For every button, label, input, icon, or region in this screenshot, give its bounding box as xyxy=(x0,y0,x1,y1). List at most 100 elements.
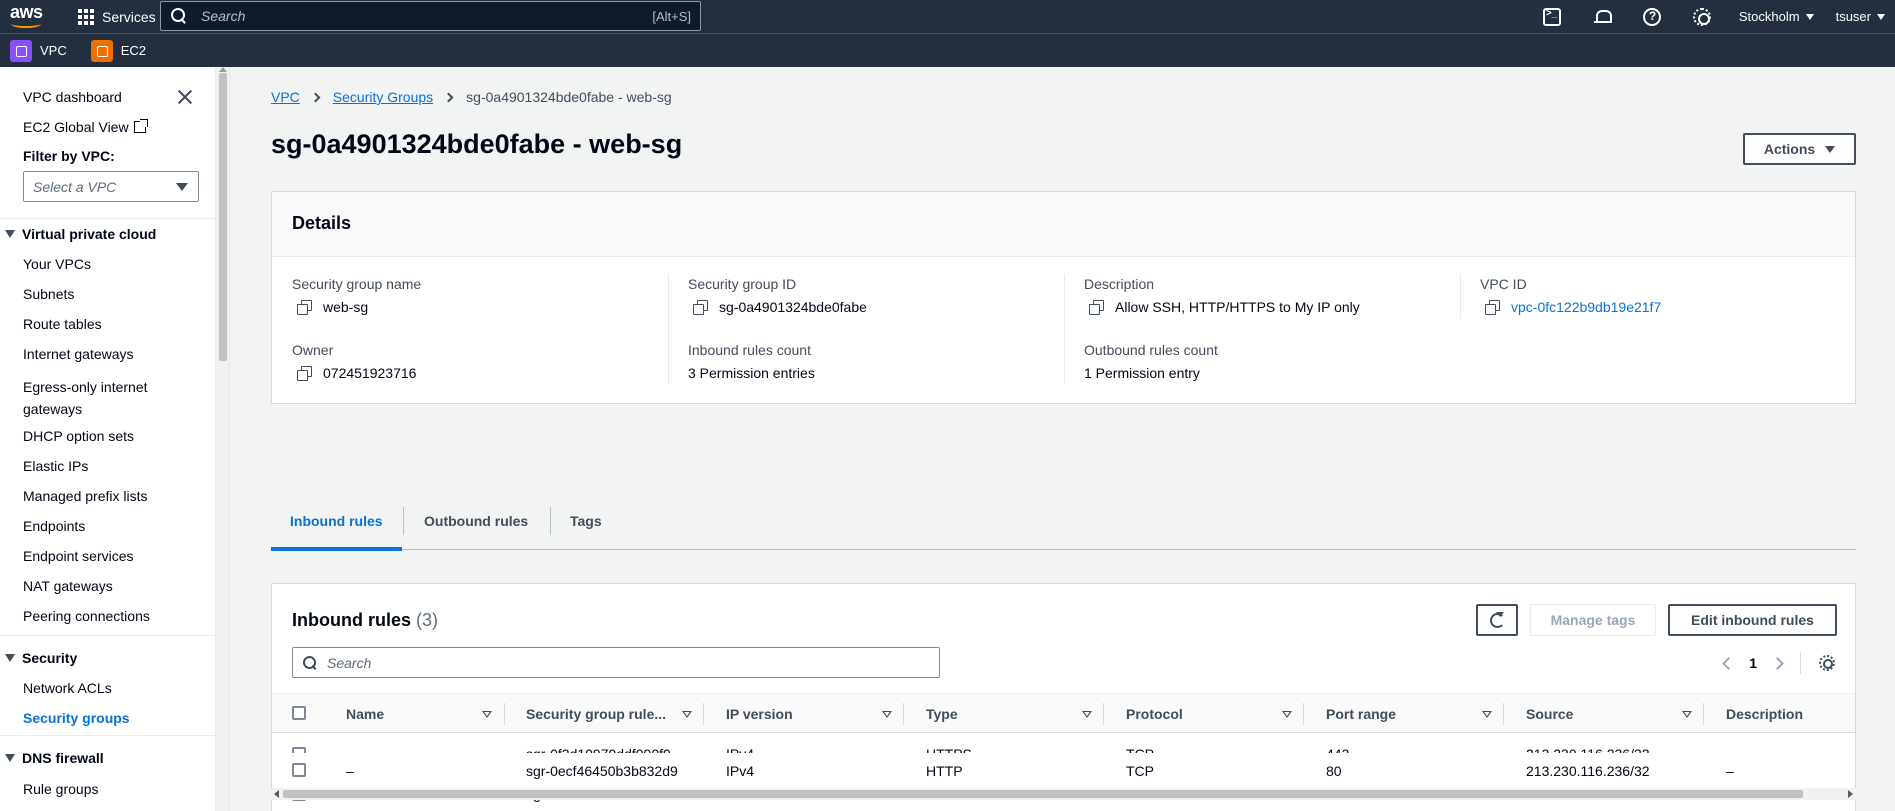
copy-icon[interactable] xyxy=(1485,300,1500,315)
field-label: Security group ID xyxy=(688,276,797,292)
sidebar-item-elastic-ips[interactable]: Elastic IPs xyxy=(23,458,88,474)
sort-icon[interactable] xyxy=(482,711,492,718)
aws-logo[interactable]: aws xyxy=(8,2,44,30)
vpc-id-link[interactable]: vpc-0fc122b9db19e21f7 xyxy=(1511,299,1661,315)
chevron-down-icon xyxy=(1805,13,1814,20)
sidebar-section-dns-firewall[interactable]: DNS firewall xyxy=(5,750,104,766)
breadcrumb-security-groups[interactable]: Security Groups xyxy=(333,89,433,105)
tab-outbound-rules[interactable]: Outbound rules xyxy=(424,491,528,550)
sidebar-item-ec2-global-view[interactable]: EC2 Global View xyxy=(23,119,148,135)
divider xyxy=(0,635,215,636)
copy-icon[interactable] xyxy=(297,366,312,381)
sort-icon[interactable] xyxy=(1082,711,1092,718)
sidebar-item-vpc-dashboard[interactable]: VPC dashboard xyxy=(23,89,122,105)
sidebar-item-egress-only-internet-gateways[interactable]: Egress-only internet gateways xyxy=(23,376,173,420)
sort-icon[interactable] xyxy=(1282,711,1292,718)
column-divider xyxy=(668,274,669,384)
chevron-left-icon[interactable] xyxy=(1722,656,1736,670)
tab-inbound-rules[interactable]: Inbound rules xyxy=(271,491,402,551)
sidebar-item-endpoint-services[interactable]: Endpoint services xyxy=(23,548,134,564)
sort-icon[interactable] xyxy=(882,711,892,718)
region-selector[interactable]: Stockholm xyxy=(1739,9,1814,24)
scrollbar-thumb[interactable] xyxy=(219,73,227,361)
edit-inbound-rules-button[interactable]: Edit inbound rules xyxy=(1668,604,1837,636)
sidebar-item-route-tables[interactable]: Route tables xyxy=(23,316,102,332)
help-icon[interactable] xyxy=(1642,7,1661,26)
column-resizer[interactable] xyxy=(1303,703,1304,725)
manage-tags-button[interactable]: Manage tags xyxy=(1530,604,1656,636)
sidebar-section-security[interactable]: Security xyxy=(5,650,77,666)
select-all-checkbox[interactable] xyxy=(292,706,306,720)
chevron-right-icon[interactable] xyxy=(1771,656,1784,670)
sidebar-item-nat-gateways[interactable]: NAT gateways xyxy=(23,578,113,594)
sidebar-scrollbar[interactable] xyxy=(216,67,230,811)
sidebar-item-dhcp-option-sets[interactable]: DHCP option sets xyxy=(23,428,134,444)
global-search-input[interactable] xyxy=(201,8,641,24)
sidebar-item-endpoints[interactable]: Endpoints xyxy=(23,518,85,534)
column-header-rule-id[interactable]: Security group rule... xyxy=(526,694,666,734)
column-resizer[interactable] xyxy=(903,703,904,725)
actions-button[interactable]: Actions xyxy=(1743,133,1856,165)
field-label: Security group name xyxy=(292,276,422,292)
column-resizer[interactable] xyxy=(504,703,505,725)
sidebar-section-virtual-private-cloud[interactable]: Virtual private cloud xyxy=(5,226,156,242)
column-header-description[interactable]: Description xyxy=(1726,694,1803,734)
tab-tags[interactable]: Tags xyxy=(570,491,602,550)
cell-type: HTTP xyxy=(926,762,963,779)
sort-icon[interactable] xyxy=(1482,711,1492,718)
sidebar-item-internet-gateways[interactable]: Internet gateways xyxy=(23,346,134,362)
page-title: sg-0a4901324bde0fabe - web-sg xyxy=(271,129,683,159)
scroll-up-arrow-icon[interactable] xyxy=(219,67,227,72)
page-number[interactable]: 1 xyxy=(1749,655,1757,671)
sort-icon[interactable] xyxy=(682,711,692,718)
scroll-left-arrow-icon[interactable] xyxy=(274,790,279,798)
column-header-protocol[interactable]: Protocol xyxy=(1126,694,1183,734)
table-preferences-gear-icon[interactable] xyxy=(1819,655,1835,671)
sort-icon[interactable] xyxy=(1682,711,1692,718)
favorite-vpc[interactable]: VPC xyxy=(10,39,67,62)
sidebar-item-your-vpcs[interactable]: Your VPCs xyxy=(23,256,91,272)
breadcrumb-vpc[interactable]: VPC xyxy=(271,89,300,105)
table-row[interactable]: – sgr-0ecf46450b3b832d9 IPv4 HTTP TCP 80… xyxy=(272,753,1855,788)
rules-search[interactable] xyxy=(292,647,940,678)
caret-down-icon xyxy=(1825,145,1836,153)
global-search[interactable]: [Alt+S] xyxy=(160,1,701,31)
services-menu-button[interactable]: Services xyxy=(78,0,156,33)
copy-icon[interactable] xyxy=(297,300,312,315)
cloudshell-icon[interactable] xyxy=(1542,7,1561,26)
column-header-ip-version[interactable]: IP version xyxy=(726,694,793,734)
table-horizontal-scrollbar[interactable] xyxy=(271,788,1856,800)
account-menu[interactable]: tsuser xyxy=(1836,9,1885,24)
copy-icon[interactable] xyxy=(1089,300,1104,315)
tab-separator xyxy=(550,507,551,535)
column-resizer[interactable] xyxy=(1503,703,1504,725)
sidebar-item-rule-groups[interactable]: Rule groups xyxy=(23,781,99,797)
sidebar-item-label: EC2 Global View xyxy=(23,119,129,135)
copy-icon[interactable] xyxy=(693,300,708,315)
column-header-name[interactable]: Name xyxy=(346,694,384,734)
sg-name-field: Security group name web-sg xyxy=(292,276,421,315)
sidebar-item-network-acls[interactable]: Network ACLs xyxy=(23,680,112,696)
favorite-label: VPC xyxy=(40,43,67,58)
column-header-source[interactable]: Source xyxy=(1526,694,1573,734)
scrollbar-thumb[interactable] xyxy=(283,790,1803,798)
rules-search-input[interactable] xyxy=(327,654,927,671)
divider xyxy=(0,218,215,219)
favorite-ec2[interactable]: EC2 xyxy=(90,39,146,62)
column-resizer[interactable] xyxy=(703,703,704,725)
settings-gear-icon[interactable] xyxy=(1692,7,1711,26)
scroll-right-arrow-icon[interactable] xyxy=(1848,790,1853,798)
notifications-bell-icon[interactable] xyxy=(1593,8,1612,26)
sidebar-item-security-groups[interactable]: Security groups xyxy=(23,710,130,726)
column-resizer[interactable] xyxy=(1703,703,1704,725)
column-resizer[interactable] xyxy=(1103,703,1104,725)
close-icon[interactable] xyxy=(177,89,193,105)
sidebar-item-peering-connections[interactable]: Peering connections xyxy=(23,608,150,624)
refresh-button[interactable] xyxy=(1476,604,1518,636)
column-header-port-range[interactable]: Port range xyxy=(1326,694,1396,734)
column-header-type[interactable]: Type xyxy=(926,694,958,734)
vpc-filter-select[interactable]: Select a VPC xyxy=(23,171,199,202)
sidebar-item-managed-prefix-lists[interactable]: Managed prefix lists xyxy=(23,488,148,504)
sidebar-item-subnets[interactable]: Subnets xyxy=(23,286,74,302)
row-checkbox[interactable] xyxy=(292,763,306,777)
